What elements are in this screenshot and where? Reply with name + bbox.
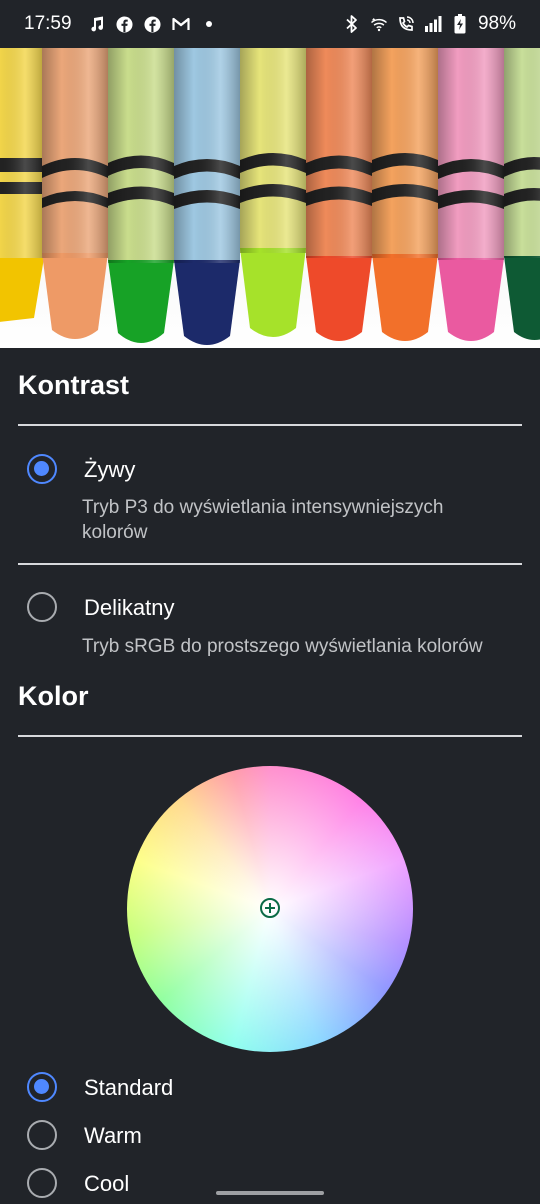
crosshair-icon[interactable] bbox=[259, 897, 281, 919]
crayons-hero-image bbox=[0, 48, 540, 348]
music-icon bbox=[88, 15, 106, 33]
wifi-calling-icon bbox=[397, 15, 415, 33]
warm-label: Warm bbox=[84, 1123, 142, 1148]
divider bbox=[18, 424, 522, 426]
wifi-icon bbox=[370, 15, 388, 33]
bluetooth-icon bbox=[343, 15, 361, 33]
standard-label: Standard bbox=[84, 1075, 174, 1100]
cool-radio[interactable] bbox=[27, 1168, 57, 1198]
facebook-icon bbox=[116, 15, 134, 33]
standard-radio[interactable] bbox=[27, 1072, 57, 1102]
vivid-label: Żywy bbox=[84, 457, 136, 482]
gmail-icon bbox=[171, 15, 190, 33]
cool-label: Cool bbox=[84, 1171, 130, 1196]
vivid-radio[interactable] bbox=[27, 454, 57, 484]
battery-charging-icon bbox=[451, 14, 469, 34]
vivid-description: Tryb P3 do wyświetlania intensywniejszyc… bbox=[82, 497, 444, 543]
facebook-icon bbox=[144, 15, 162, 33]
warm-radio[interactable] bbox=[27, 1120, 57, 1150]
subtle-label: Delikatny bbox=[84, 595, 175, 620]
status-time: 17:59 bbox=[24, 13, 72, 34]
subtle-description: Tryb sRGB do prostszego wyświetlania kol… bbox=[82, 636, 483, 657]
battery-percentage: 98% bbox=[477, 13, 516, 34]
subtle-radio[interactable] bbox=[27, 592, 57, 622]
kontrast-section-title: Kontrast bbox=[18, 370, 130, 400]
dot-icon bbox=[200, 15, 218, 33]
divider bbox=[18, 563, 522, 565]
color-temperature-wheel[interactable] bbox=[127, 766, 413, 1052]
divider bbox=[18, 735, 522, 737]
status-bar: 17:59 98% bbox=[0, 0, 540, 48]
signal-icon bbox=[424, 15, 442, 33]
navigation-handle[interactable] bbox=[216, 1191, 324, 1195]
kolor-section-title: Kolor bbox=[18, 681, 89, 711]
